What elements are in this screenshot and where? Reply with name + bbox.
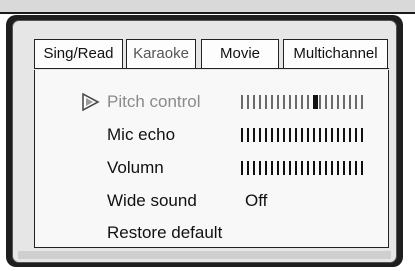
slider-segment bbox=[325, 95, 327, 109]
slider-segment bbox=[343, 161, 345, 175]
slider-segment bbox=[271, 95, 273, 109]
slider-segment bbox=[343, 128, 345, 142]
slider-segment bbox=[253, 161, 255, 175]
slider-segment bbox=[271, 161, 273, 175]
top-strip bbox=[0, 0, 415, 14]
slider-segment bbox=[283, 95, 285, 109]
slider-segment bbox=[265, 161, 267, 175]
menu-item-label: Wide sound bbox=[107, 191, 197, 210]
slider-segment bbox=[283, 161, 285, 175]
slider-segment bbox=[301, 128, 303, 142]
slider-segment bbox=[349, 95, 351, 109]
slider-segment bbox=[253, 95, 255, 109]
slider-segment bbox=[289, 128, 291, 142]
slider-segment bbox=[307, 128, 309, 142]
slider-segment bbox=[337, 128, 339, 142]
slider-segment bbox=[319, 161, 321, 175]
slider-segment bbox=[343, 95, 345, 109]
mic-echo-slider[interactable] bbox=[241, 128, 363, 142]
slider-segment bbox=[295, 95, 297, 109]
slider-segment bbox=[241, 128, 243, 142]
pointer-arrow-icon bbox=[82, 93, 100, 111]
karaoke-settings: Pitch control Mic echo Volumn Wide sound… bbox=[34, 70, 389, 248]
slider-segment bbox=[331, 128, 333, 142]
menu-item-label: Mic echo bbox=[107, 125, 176, 144]
slider-segment bbox=[337, 95, 339, 109]
slider-segment bbox=[277, 128, 279, 142]
slider-segment bbox=[331, 95, 333, 109]
tab-sing-read[interactable]: Sing/Read bbox=[34, 39, 123, 69]
slider-segment bbox=[319, 128, 321, 142]
slider-segment bbox=[253, 128, 255, 142]
slider-segment bbox=[301, 95, 303, 109]
slider-segment bbox=[307, 95, 309, 109]
slider-segment bbox=[307, 161, 309, 175]
slider-segment bbox=[361, 95, 363, 109]
slider-segment bbox=[313, 128, 315, 142]
slider-segment bbox=[319, 95, 321, 109]
tab-multichannel[interactable]: Multichannel bbox=[283, 39, 388, 69]
slider-segment bbox=[289, 161, 291, 175]
slider-segment bbox=[325, 128, 327, 142]
slider-segment bbox=[349, 161, 351, 175]
slider-segment bbox=[331, 161, 333, 175]
menu-item-label: Volumn bbox=[107, 158, 164, 177]
slider-segment bbox=[271, 128, 273, 142]
menu-item-label: Restore default bbox=[107, 223, 223, 242]
slider-segment bbox=[289, 95, 291, 109]
slider-segment bbox=[337, 161, 339, 175]
slider-segment bbox=[295, 161, 297, 175]
slider-segment bbox=[361, 128, 363, 142]
slider-segment bbox=[265, 95, 267, 109]
slider-segment bbox=[247, 128, 249, 142]
slider-segment bbox=[247, 95, 249, 109]
slider-segment bbox=[247, 161, 249, 175]
slider-thumb[interactable] bbox=[313, 95, 318, 109]
slider-segment bbox=[283, 128, 285, 142]
pitch-control-slider[interactable] bbox=[241, 95, 363, 109]
slider-segment bbox=[241, 161, 243, 175]
menu-item-label: Pitch control bbox=[107, 92, 201, 111]
slider-segment bbox=[313, 161, 315, 175]
panel-footer bbox=[18, 251, 391, 259]
tab-karaoke[interactable]: Karaoke bbox=[126, 39, 196, 69]
slider-segment bbox=[259, 128, 261, 142]
tab-rule bbox=[34, 68, 389, 69]
slider-segment bbox=[301, 161, 303, 175]
tab-movie[interactable]: Movie bbox=[201, 39, 279, 69]
slider-segment bbox=[355, 95, 357, 109]
slider-segment bbox=[355, 128, 357, 142]
slider-segment bbox=[349, 128, 351, 142]
slider-segment bbox=[259, 95, 261, 109]
volumn-slider[interactable] bbox=[241, 161, 363, 175]
slider-segment bbox=[277, 95, 279, 109]
slider-segment bbox=[259, 161, 261, 175]
slider-segment bbox=[361, 161, 363, 175]
slider-segment bbox=[265, 128, 267, 142]
slider-segment bbox=[295, 128, 297, 142]
slider-segment bbox=[277, 161, 279, 175]
wide-sound-value: Off bbox=[245, 191, 268, 210]
slider-segment bbox=[241, 95, 243, 109]
slider-segment bbox=[325, 161, 327, 175]
slider-segment bbox=[355, 161, 357, 175]
